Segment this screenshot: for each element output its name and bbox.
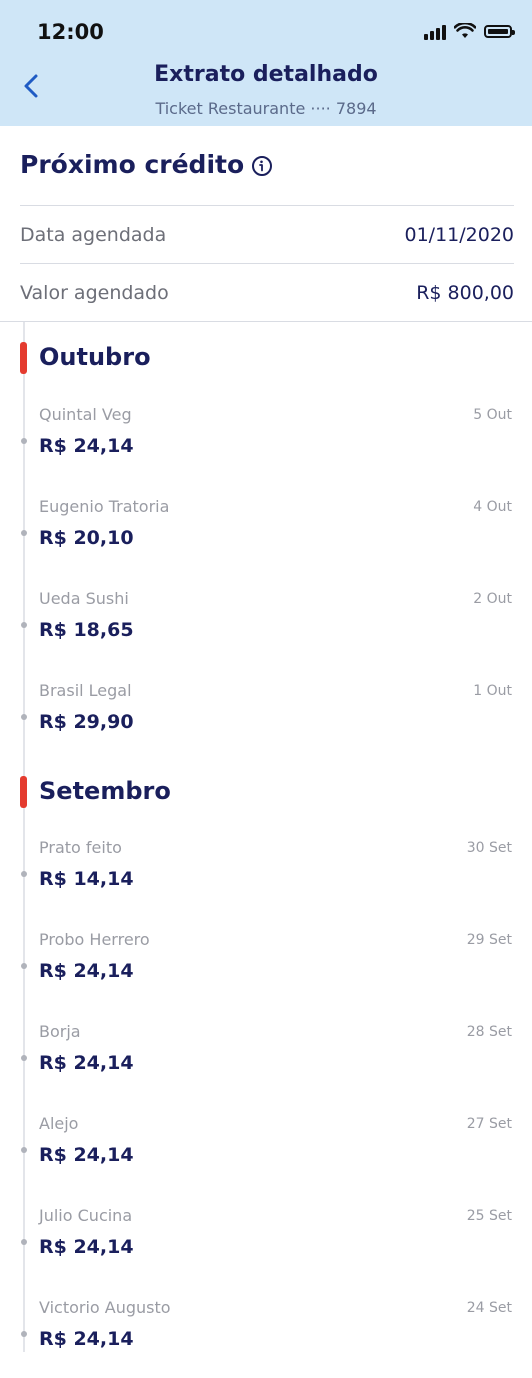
timeline-dot [21, 530, 27, 536]
transaction-amount: R$ 14,14 [39, 868, 134, 890]
header: 12:00 Extrato detalhado Ticket Restauran… [0, 0, 532, 126]
merchant-name: Brasil Legal [39, 681, 132, 700]
merchant-name: Borja [39, 1022, 81, 1041]
transaction-item[interactable]: Alejo 27 Set R$ 24,14 [0, 1114, 532, 1194]
wifi-icon [454, 23, 476, 38]
transaction-amount: R$ 24,14 [39, 1236, 134, 1258]
month-marker [20, 776, 27, 808]
divider [0, 321, 532, 322]
info-icon[interactable] [251, 155, 273, 177]
merchant-name: Ueda Sushi [39, 589, 129, 608]
transaction-item[interactable]: Victorio Augusto 24 Set R$ 24,14 [0, 1298, 532, 1378]
transaction-date: 30 Set [466, 840, 512, 856]
timeline-dot [21, 438, 27, 444]
merchant-name: Alejo [39, 1114, 79, 1133]
scheduled-date-row: Data agendada 01/11/2020 [20, 205, 514, 264]
transaction-amount: R$ 29,90 [39, 711, 134, 733]
transaction-amount: R$ 24,14 [39, 1052, 134, 1074]
transaction-date: 25 Set [466, 1208, 512, 1224]
transaction-item[interactable]: Borja 28 Set R$ 24,14 [0, 1022, 532, 1102]
transaction-item[interactable]: Ueda Sushi 2 Out R$ 18,65 [0, 589, 532, 669]
battery-icon [484, 24, 515, 38]
scheduled-date-label: Data agendada [20, 224, 167, 246]
transaction-item[interactable]: Eugenio Tratoria 4 Out R$ 20,10 [0, 497, 532, 577]
transaction-item[interactable]: Brasil Legal 1 Out R$ 29,90 [0, 681, 532, 761]
transaction-amount: R$ 24,14 [39, 1144, 134, 1166]
transaction-item[interactable]: Quintal Veg 5 Out R$ 24,14 [0, 405, 532, 485]
merchant-name: Probo Herrero [39, 930, 150, 949]
timeline-dot [21, 1331, 27, 1337]
transaction-date: 2 Out [473, 591, 512, 607]
status-time: 12:00 [37, 20, 104, 44]
transaction-date: 29 Set [466, 932, 512, 948]
next-credit-title: Próximo crédito [20, 150, 245, 179]
merchant-name: Prato feito [39, 838, 122, 857]
merchant-name: Victorio Augusto [39, 1298, 171, 1317]
transaction-item[interactable]: Probo Herrero 29 Set R$ 24,14 [0, 930, 532, 1010]
transaction-date: 24 Set [466, 1300, 512, 1316]
timeline-dot [21, 1239, 27, 1245]
transaction-date: 27 Set [466, 1116, 512, 1132]
timeline-dot [21, 871, 27, 877]
transaction-amount: R$ 18,65 [39, 619, 134, 641]
month-title-setembro: Setembro [39, 777, 171, 805]
transaction-amount: R$ 24,14 [39, 1328, 134, 1350]
month-title-outubro: Outubro [39, 343, 151, 371]
merchant-name: Julio Cucina [39, 1206, 133, 1225]
timeline-dot [21, 963, 27, 969]
transaction-item[interactable]: Prato feito 30 Set R$ 14,14 [0, 838, 532, 918]
transaction-item[interactable]: Julio Cucina 25 Set R$ 24,14 [0, 1206, 532, 1286]
scheduled-value-value: R$ 800,00 [416, 282, 514, 304]
timeline-dot [21, 622, 27, 628]
timeline-dot [21, 1147, 27, 1153]
scheduled-date-value: 01/11/2020 [404, 224, 514, 246]
signal-icon [424, 22, 446, 40]
transaction-amount: R$ 20,10 [39, 527, 134, 549]
card-subtitle: Ticket Restaurante ···· 7894 [155, 99, 377, 118]
timeline-dot [21, 1055, 27, 1061]
transaction-date: 5 Out [473, 407, 512, 423]
transaction-amount: R$ 24,14 [39, 960, 134, 982]
transaction-amount: R$ 24,14 [39, 435, 134, 457]
merchant-name: Quintal Veg [39, 405, 132, 424]
transaction-date: 28 Set [466, 1024, 512, 1040]
transaction-date: 4 Out [473, 499, 512, 515]
page-title: Extrato detalhado [154, 62, 378, 87]
timeline-dot [21, 714, 27, 720]
month-marker [20, 342, 27, 374]
scheduled-value-row: Valor agendado R$ 800,00 [20, 263, 514, 322]
status-icons [424, 22, 515, 40]
scheduled-value-label: Valor agendado [20, 282, 169, 304]
merchant-name: Eugenio Tratoria [39, 497, 170, 516]
transaction-date: 1 Out [473, 683, 512, 699]
